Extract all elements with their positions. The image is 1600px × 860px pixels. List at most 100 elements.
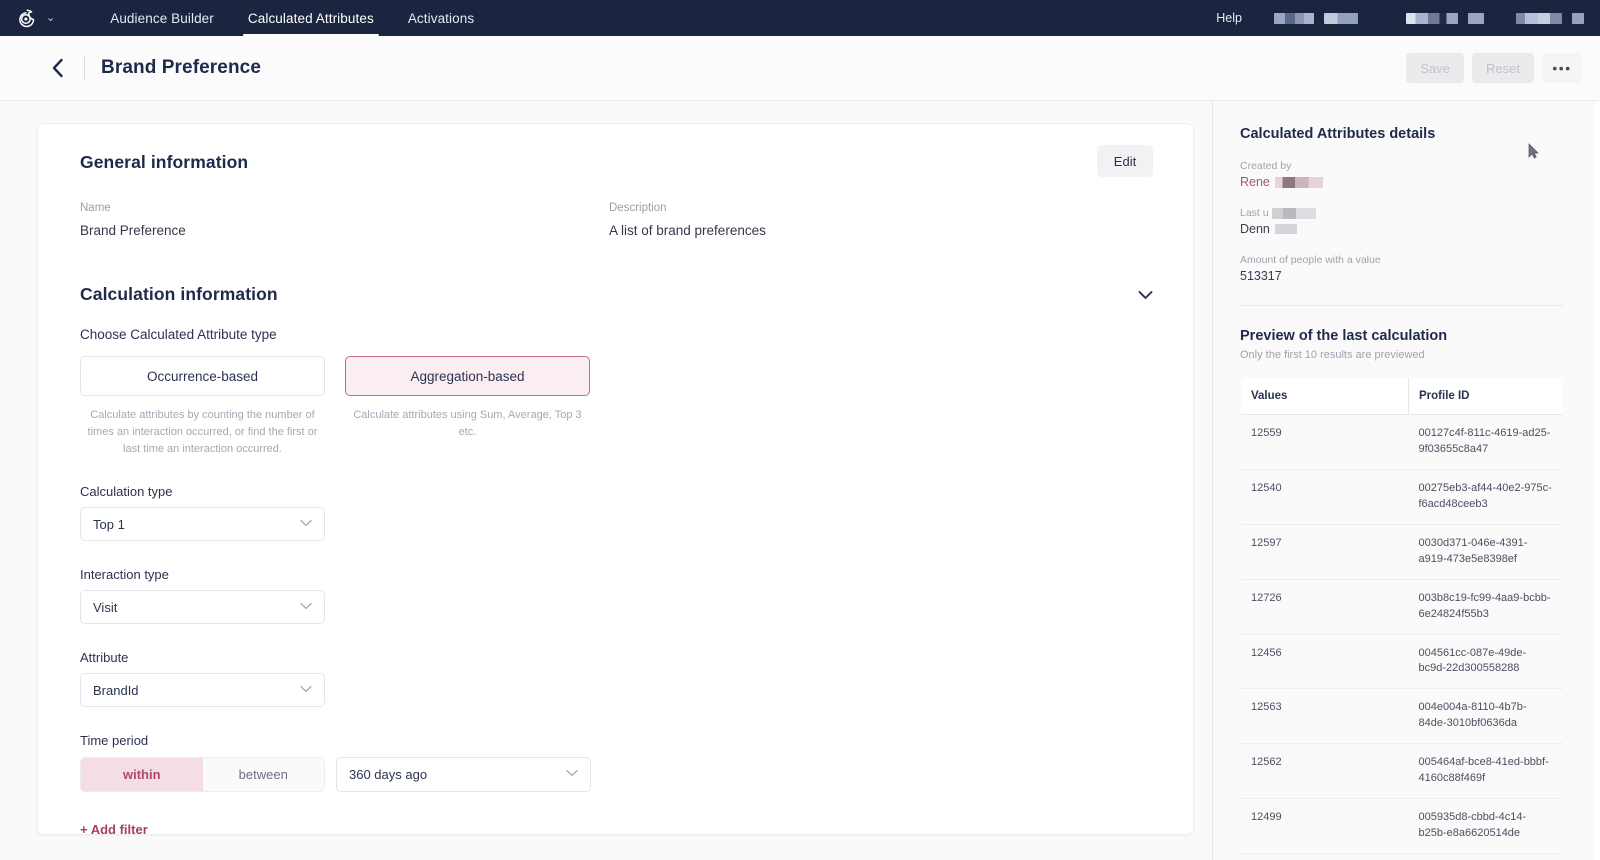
- column-header-profile-id: Profile ID: [1408, 377, 1563, 415]
- redacted-last-updated-label: [1271, 207, 1316, 219]
- nav-item-activations[interactable]: Activations: [391, 0, 491, 36]
- last-updated-label: Last u: [1240, 207, 1269, 219]
- description-label: Description: [609, 202, 667, 214]
- chevron-down-icon[interactable]: ⌄: [46, 12, 55, 24]
- panel-scroll-edge[interactable]: [1595, 101, 1600, 860]
- time-period-within-option[interactable]: within: [81, 758, 203, 792]
- redacted-created-by-surname: [1274, 176, 1323, 188]
- time-period-between-option[interactable]: between: [202, 758, 324, 792]
- cell-value: 12499: [1241, 798, 1409, 854]
- redacted-text-5: [1516, 12, 1562, 24]
- general-information-title: General information: [80, 152, 249, 172]
- occurrence-based-option[interactable]: Occurrence-based: [80, 356, 325, 396]
- redacted-text-2: [1324, 12, 1358, 24]
- page-header: Brand Preference Save Reset •••: [0, 36, 1600, 101]
- calculation-type-value: Top 1: [93, 516, 125, 532]
- cell-value: 12597: [1241, 524, 1409, 580]
- aggregation-based-option[interactable]: Aggregation-based: [345, 356, 590, 396]
- occurrence-based-description: Calculate attributes by counting the num…: [87, 409, 318, 456]
- table-row: 12726 003b8c19-fc99-4aa9-bcbb-6e24824f55…: [1241, 579, 1563, 635]
- preview-subtitle: Only the first 10 results are previewed: [1240, 349, 1425, 361]
- reset-button[interactable]: Reset: [1472, 53, 1534, 83]
- preview-table: Values Profile ID 12559 00127c4f-811c-46…: [1240, 377, 1564, 859]
- cell-profile-id: 004561cc-087e-49de-bc9d-22d300558288: [1408, 634, 1563, 690]
- help-link[interactable]: Help: [1216, 11, 1242, 25]
- attribute-label: Attribute: [80, 650, 129, 666]
- table-row: 12559 00127c4f-811c-4619-ad25-9f03655c8a…: [1241, 414, 1563, 470]
- top-navigation-bar: ⌄ Audience Builder Calculated Attributes…: [0, 0, 1600, 36]
- application-root: ⌄ Audience Builder Calculated Attributes…: [0, 0, 1600, 860]
- cell-profile-id: 00275eb3-af44-40e2-975c-f6acd48ceeb3: [1408, 469, 1563, 525]
- page-body: General information Edit Name Brand Pref…: [0, 101, 1600, 860]
- time-period-select[interactable]: 360 days ago: [336, 757, 591, 793]
- more-options-button[interactable]: •••: [1542, 53, 1582, 83]
- time-period-value: 360 days ago: [349, 767, 428, 783]
- calculation-type-select[interactable]: Top 1: [80, 507, 325, 542]
- chevron-down-icon[interactable]: [1138, 290, 1153, 300]
- interaction-type-label: Interaction type: [80, 567, 169, 583]
- column-header-values: Values: [1241, 377, 1409, 415]
- table-row: 12562 005464af-bce8-41ed-bbbf-4160c88f46…: [1241, 743, 1563, 800]
- nav-right-group: Help: [1216, 11, 1584, 25]
- details-panel-title: Calculated Attributes details: [1240, 126, 1436, 142]
- cell-profile-id: 003b8c19-fc99-4aa9-bcbb-6e24824f55b3: [1408, 579, 1563, 635]
- main-column: General information Edit Name Brand Pref…: [0, 123, 1212, 859]
- redacted-text-6: [1572, 12, 1584, 24]
- calculation-information-title: Calculation information: [80, 284, 278, 304]
- general-information-header: General information Edit: [80, 145, 1153, 177]
- attribute-select[interactable]: BrandId: [80, 673, 325, 708]
- attribute-type-options: Occurrence-based Calculate attributes by…: [80, 356, 1153, 458]
- cell-profile-id: 005e68ec-5757-4750-b2a8-835b3914c322: [1408, 853, 1563, 859]
- occurrence-based-group: Occurrence-based Calculate attributes by…: [80, 356, 325, 458]
- back-button[interactable]: [42, 53, 72, 83]
- table-row: 12553 005e68ec-5757-4750-b2a8-835b3914c3…: [1241, 853, 1563, 859]
- cell-profile-id: 005935d8-cbbd-4c14-b25b-e8a6620514de: [1408, 798, 1563, 854]
- details-divider: [1240, 305, 1564, 306]
- table-row: 12499 005935d8-cbbd-4c14-b25b-e8a6620514…: [1241, 798, 1563, 854]
- chevron-down-icon: [300, 685, 312, 696]
- last-updated-value-row: Denn: [1240, 222, 1564, 236]
- aggregation-based-description: Calculate attributes using Sum, Average,…: [353, 409, 582, 439]
- redacted-text-3: [1406, 12, 1458, 24]
- header-divider: [84, 55, 85, 81]
- created-by-label: Created by: [1240, 160, 1292, 172]
- nav-item-audience-builder[interactable]: Audience Builder: [93, 0, 231, 36]
- general-fields-row: Name Brand Preference Description A list…: [80, 202, 1153, 238]
- cell-value: 12563: [1241, 688, 1409, 745]
- table-row: 12540 00275eb3-af44-40e2-975c-f6acd48cee…: [1241, 469, 1563, 525]
- preview-title: Preview of the last calculation: [1240, 328, 1448, 344]
- name-label: Name: [80, 202, 111, 214]
- details-panel: Calculated Attributes details Created by…: [1212, 101, 1600, 860]
- table-row: 12563 004e004a-8110-4b7b-84de-3010bf0636…: [1241, 688, 1563, 745]
- time-period-toggle: within between: [80, 757, 325, 793]
- save-button[interactable]: Save: [1406, 53, 1465, 83]
- nav-item-calculated-attributes[interactable]: Calculated Attributes: [231, 0, 391, 36]
- redacted-text-1: [1274, 12, 1314, 24]
- amount-of-people-label: Amount of people with a value: [1240, 254, 1381, 266]
- table-row: 12456 004561cc-087e-49de-bc9d-22d3005582…: [1241, 634, 1563, 690]
- primary-nav: Audience Builder Calculated Attributes A…: [93, 0, 491, 36]
- preview-table-body: 12559 00127c4f-811c-4619-ad25-9f03655c8a…: [1241, 414, 1563, 859]
- redacted-last-updated-surname: [1274, 224, 1297, 234]
- amount-of-people-value: 513317: [1240, 269, 1282, 283]
- cell-profile-id: 0030d371-046e-4391-a919-473e5e8398ef: [1408, 524, 1563, 580]
- edit-button[interactable]: Edit: [1097, 145, 1153, 177]
- cell-profile-id: 004e004a-8110-4b7b-84de-3010bf0636da: [1408, 688, 1563, 745]
- name-field-group: Name Brand Preference: [80, 202, 609, 238]
- interaction-type-select[interactable]: Visit: [80, 590, 325, 625]
- attribute-detail-card: General information Edit Name Brand Pref…: [37, 123, 1194, 837]
- cell-value: 12559: [1241, 414, 1409, 470]
- preview-table-header-row: Values Profile ID: [1241, 377, 1563, 415]
- owl-logo-icon: [16, 8, 37, 29]
- time-period-row: within between 360 days ago: [80, 757, 1153, 793]
- page-title: Brand Preference: [101, 57, 262, 78]
- brand-logo-group[interactable]: ⌄: [16, 8, 55, 29]
- cell-value: 12726: [1241, 579, 1409, 635]
- calculation-type-label: Calculation type: [80, 484, 173, 500]
- calculation-information-header: Calculation information: [80, 284, 1153, 305]
- chevron-down-icon: [300, 519, 312, 530]
- cell-value: 12553: [1241, 853, 1409, 859]
- add-filter-button[interactable]: + Add filter: [80, 822, 148, 837]
- chevron-left-icon: [52, 58, 63, 78]
- cell-value: 12540: [1241, 469, 1409, 525]
